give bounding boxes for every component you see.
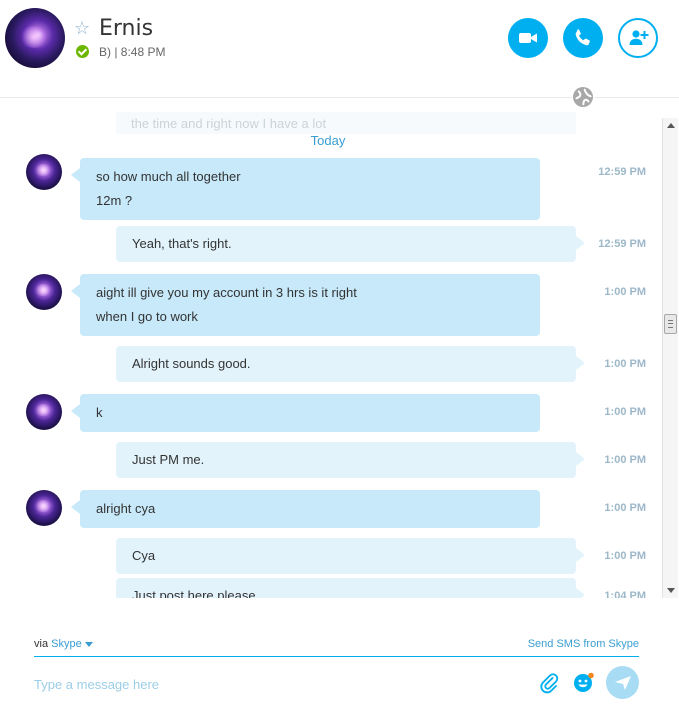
add-person-icon [629, 30, 649, 45]
contact-avatar[interactable] [5, 8, 65, 68]
message-line: so how much all together [96, 169, 241, 184]
message-input[interactable] [34, 672, 514, 696]
via-service-name[interactable]: Skype [51, 638, 82, 650]
message-line: when I go to work [96, 309, 198, 324]
message-timestamp: 1:00 PM [604, 358, 646, 370]
send-sms-link[interactable]: Send SMS from Skype [528, 638, 639, 650]
outgoing-message[interactable]: Just post here please [116, 578, 585, 598]
message-line: Just post here please [132, 588, 256, 598]
sender-avatar[interactable] [26, 274, 62, 310]
outgoing-message[interactable]: Alright sounds good. [116, 346, 585, 382]
globe-icon[interactable] [572, 86, 594, 108]
composer-divider [34, 656, 639, 657]
sender-avatar[interactable] [26, 394, 62, 430]
online-check-icon [76, 45, 89, 58]
emoticon-icon[interactable] [572, 671, 594, 693]
scrollbar-thumb[interactable] [664, 314, 677, 334]
message-timestamp: 12:59 PM [598, 238, 646, 250]
message-line: k [96, 405, 103, 420]
outgoing-message[interactable]: Cya [116, 538, 585, 574]
mood-message: B) | 8:48 PM [99, 45, 166, 59]
chevron-down-icon[interactable] [84, 641, 93, 647]
audio-call-button[interactable] [563, 18, 603, 58]
scroll-down-arrow-icon[interactable] [667, 588, 675, 593]
message-list[interactable]: the time and right now I have a lot Toda… [0, 112, 661, 598]
incoming-message[interactable]: alright cya [71, 490, 540, 528]
message-timestamp: 1:00 PM [604, 502, 646, 514]
sender-avatar[interactable] [26, 154, 62, 190]
video-call-button[interactable] [508, 18, 548, 58]
video-camera-icon [519, 33, 537, 43]
add-people-button[interactable] [618, 18, 658, 58]
faded-message-text: the time and right now I have a lot [131, 116, 327, 131]
send-button[interactable] [606, 666, 639, 699]
message-timestamp: 1:04 PM [604, 590, 646, 598]
message-line: Yeah, that's right. [132, 236, 232, 251]
chat-scrollbar[interactable] [662, 118, 678, 598]
message-line: Just PM me. [132, 452, 205, 467]
conversation-header: ☆ Ernis B) | 8:48 PM [0, 0, 679, 98]
phone-icon [575, 29, 590, 46]
sender-avatar[interactable] [26, 490, 62, 526]
message-line: alright cya [96, 501, 156, 516]
incoming-message[interactable]: so how much all together 12m ? [71, 158, 540, 220]
incoming-message[interactable]: k [71, 394, 540, 432]
message-line: Cya [132, 548, 156, 563]
via-service-selector[interactable]: via Skype [34, 638, 93, 650]
send-arrow-icon [615, 676, 631, 690]
via-label: via [34, 638, 49, 650]
message-line: 12m ? [96, 193, 133, 208]
paperclip-icon[interactable] [538, 672, 560, 694]
incoming-message[interactable]: aight ill give you my account in 3 hrs i… [71, 274, 540, 336]
outgoing-message[interactable]: Yeah, that's right. [116, 226, 585, 262]
scroll-up-arrow-icon[interactable] [667, 123, 675, 128]
contact-name[interactable]: Ernis [99, 16, 153, 41]
star-outline-icon[interactable]: ☆ [74, 18, 90, 38]
message-timestamp: 1:00 PM [604, 550, 646, 562]
message-timestamp: 12:59 PM [598, 166, 646, 178]
message-timestamp: 1:00 PM [604, 406, 646, 418]
message-line: aight ill give you my account in 3 hrs i… [96, 285, 357, 300]
message-timestamp: 1:00 PM [604, 286, 646, 298]
message-line: Alright sounds good. [132, 356, 251, 371]
outgoing-message[interactable]: Just PM me. [116, 442, 585, 478]
date-divider: Today [310, 133, 346, 148]
message-timestamp: 1:00 PM [604, 454, 646, 466]
